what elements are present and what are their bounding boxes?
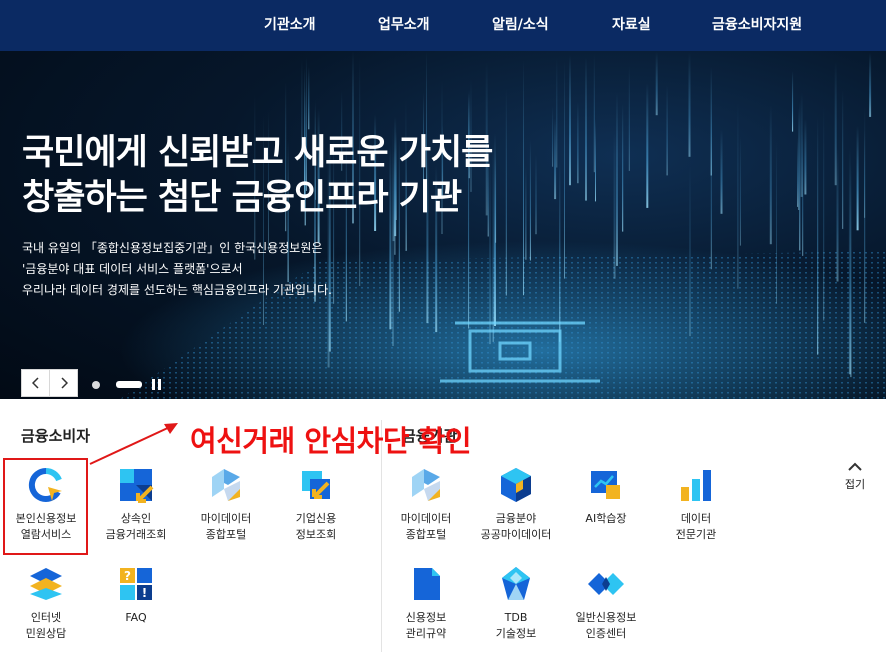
hero-description-line-2: '금융분야 대표 데이터 서비스 플랫폼'으로서 <box>22 262 243 276</box>
diamond-tiles-icon <box>212 469 240 501</box>
tile-corporate-credit-inquiry[interactable]: 기업신용 정보조회 <box>273 467 359 543</box>
nav-item-about[interactable]: 기관소개 <box>264 14 316 34</box>
tile-label: 데이터 전문기관 <box>675 512 717 541</box>
chevron-right-icon <box>60 377 68 389</box>
tile-public-mydata[interactable]: 금융분야 공공마이데이터 <box>473 467 559 543</box>
tile-faq[interactable]: ? ! FAQ <box>93 566 179 626</box>
diamond-tiles-icon <box>412 469 440 501</box>
chevron-left-icon <box>31 377 39 389</box>
tile-label: 신용정보 관리규약 <box>405 611 447 640</box>
document-icon <box>414 568 440 600</box>
tile-general-credit-cert[interactable]: 일반신용정보 인증센터 <box>563 566 649 642</box>
layers-icon <box>30 568 62 600</box>
hero-headline: 국민에게 신뢰받고 새로운 가치를 창출하는 첨단 금융인프라 기관 <box>22 131 493 221</box>
tile-label: AI학습장 <box>585 512 627 525</box>
blue-arrow-square-icon <box>302 471 330 499</box>
nav-item-resources[interactable]: 자료실 <box>612 14 651 34</box>
tile-mydata-portal[interactable]: 마이데이터 종합포털 <box>183 467 269 543</box>
annotation-arrow-icon <box>89 423 178 465</box>
tile-data-agency[interactable]: 데이터 전문기관 <box>653 467 739 543</box>
hero-description-line-3: 우리나라 데이터 경제를 선도하는 핵심금융인프라 기관입니다. <box>22 283 332 297</box>
bar-chart-icon <box>681 470 711 501</box>
tile-tdb-tech-info[interactable]: TDB 기술정보 <box>473 566 559 642</box>
nav-item-news[interactable]: 알림/소식 <box>492 14 549 34</box>
chevron-up-icon <box>848 462 862 471</box>
hexagon-cube-icon <box>501 468 531 502</box>
hero-headline-line-1: 국민에게 신뢰받고 새로운 가치를 <box>22 133 493 173</box>
crystal-icon <box>502 567 530 600</box>
svg-text:?: ? <box>124 569 131 583</box>
faq-icon: ? ! <box>120 568 152 600</box>
nav-item-consumer-support[interactable]: 금융소비자지원 <box>712 14 802 34</box>
slider-next-button[interactable] <box>49 369 78 397</box>
tile-inst-mydata-portal[interactable]: 마이데이터 종합포털 <box>383 467 469 543</box>
tile-ai-learning[interactable]: AI학습장 <box>563 467 649 527</box>
hero-headline-line-2: 창출하는 첨단 금융인프라 기관 <box>22 178 462 218</box>
tile-label: 기업신용 정보조회 <box>295 512 337 541</box>
nav-item-business[interactable]: 업무소개 <box>378 14 430 34</box>
slider-prev-button[interactable] <box>21 369 50 397</box>
slider-indicator-dot[interactable] <box>92 381 100 389</box>
tile-label: FAQ <box>125 611 147 624</box>
annotation-text: 여신거래 안심차단 확인 <box>190 424 472 458</box>
tile-label: 상속인 금융거래조회 <box>105 512 167 541</box>
annotation-highlight-box <box>3 458 88 555</box>
tile-online-complaint[interactable]: 인터넷 민원상담 <box>3 566 89 642</box>
hero-description: 국내 유일의 「종합신용정보집중기관」인 한국신용정보원은 '금융분야 대표 데… <box>22 238 332 301</box>
tile-label: 일반신용정보 인증센터 <box>575 611 637 640</box>
chart-monitor-icon <box>591 471 620 499</box>
slider-indicator-active[interactable] <box>116 381 142 388</box>
blue-yellow-arrow-icon <box>120 469 154 503</box>
hero-banner: 국민에게 신뢰받고 새로운 가치를 창출하는 첨단 금융인프라 기관 국내 유일… <box>0 51 886 399</box>
tile-inheritance-inquiry[interactable]: 상속인 금융거래조회 <box>93 467 179 543</box>
double-diamond-icon <box>588 573 624 595</box>
tile-label: 마이데이터 종합포털 <box>200 512 252 541</box>
fold-label: 접기 <box>844 478 866 491</box>
tile-credit-info-rules[interactable]: 신용정보 관리규약 <box>383 566 469 642</box>
svg-text:!: ! <box>142 586 147 600</box>
hero-description-line-1: 국내 유일의 「종합신용정보집중기관」인 한국신용정보원은 <box>22 241 323 255</box>
tile-label: 마이데이터 종합포털 <box>400 512 452 541</box>
tile-label: TDB 기술정보 <box>495 611 537 640</box>
tile-label: 금융분야 공공마이데이터 <box>480 512 552 541</box>
tile-label: 인터넷 민원상담 <box>25 611 67 640</box>
digital-network-illustration <box>120 51 886 399</box>
slider-pause-button[interactable] <box>152 379 162 390</box>
top-navigation: 기관소개 업무소개 알림/소식 자료실 금융소비자지원 <box>0 0 886 51</box>
section-title-consumer: 금융소비자 <box>21 427 91 445</box>
fold-button[interactable]: 접기 <box>838 462 872 492</box>
